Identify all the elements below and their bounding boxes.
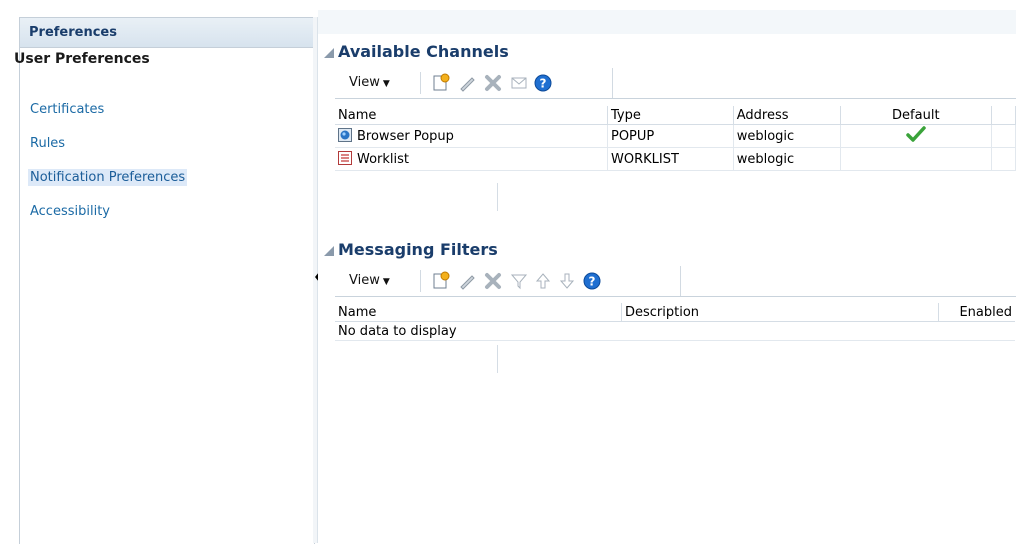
table-column-guide (497, 183, 498, 211)
channels-table: Name Type Address Default Browser Popup … (335, 106, 1016, 171)
table-column-guide (497, 345, 498, 373)
user-preferences-title: User Preferences (14, 51, 150, 67)
delete-icon[interactable] (483, 73, 503, 93)
create-icon[interactable] (431, 271, 451, 291)
column-header-type[interactable]: Type (607, 106, 734, 125)
filters-view-menu[interactable]: View ▼ (349, 273, 390, 288)
preferences-panel: Preferences (19, 17, 315, 544)
row-name-label: Worklist (357, 152, 410, 167)
chevron-down-icon: ▼ (382, 79, 390, 89)
column-header-name[interactable]: Name (335, 303, 622, 322)
cell-type: WORKLIST (607, 147, 734, 171)
filters-table: Name Description Enabled No data to disp… (335, 303, 1015, 341)
edit-icon[interactable] (457, 271, 477, 291)
checkmark-icon (906, 126, 926, 146)
move-down-icon[interactable] (557, 271, 577, 291)
view-label: View (349, 75, 380, 90)
help-icon[interactable]: ? (582, 271, 602, 291)
column-header-filler (991, 106, 1016, 125)
disclosure-triangle-icon[interactable] (324, 47, 334, 58)
content-top-band (318, 10, 1016, 34)
toolbar-separator (420, 72, 421, 94)
column-header-enabled[interactable]: Enabled (938, 303, 1015, 322)
cell-address: weblogic (733, 124, 841, 148)
table-row[interactable]: Worklist WORKLIST weblogic (335, 147, 1016, 171)
table-row: No data to display (335, 321, 1015, 341)
filter-icon[interactable] (509, 271, 529, 291)
available-channels-title[interactable]: Available Channels (324, 42, 509, 61)
chevron-down-icon: ▼ (382, 277, 390, 287)
table-row[interactable]: Browser Popup POPUP weblogic (335, 124, 1016, 148)
edit-icon[interactable] (457, 73, 477, 93)
nav-item-rules[interactable]: Rules (28, 135, 67, 152)
column-header-description[interactable]: Description (621, 303, 939, 322)
cell-type: POPUP (607, 124, 734, 148)
toolbar-end-separator (612, 68, 613, 98)
toolbar-end-separator (680, 266, 681, 296)
channels-toolbar: View ▼ ? (335, 68, 1016, 99)
nav-item-notification-preferences[interactable]: Notification Preferences (28, 169, 188, 186)
svg-text:?: ? (540, 77, 547, 91)
cell-filler (991, 124, 1016, 148)
empty-message: No data to display (335, 321, 1015, 341)
svg-text:?: ? (589, 275, 596, 289)
disclosure-triangle-icon[interactable] (324, 245, 334, 256)
column-header-address[interactable]: Address (733, 106, 841, 125)
cell-filler (991, 147, 1016, 171)
view-label: View (349, 273, 380, 288)
browser-popup-icon (338, 128, 352, 142)
messaging-filters-title[interactable]: Messaging Filters (324, 240, 498, 259)
create-icon[interactable] (431, 73, 451, 93)
table-header-row: Name Type Address Default (335, 106, 1016, 125)
toolbar-separator (420, 270, 421, 292)
messaging-filters-label: Messaging Filters (338, 240, 498, 259)
nav-item-certificates[interactable]: Certificates (28, 101, 106, 118)
top-strip (0, 0, 1016, 10)
help-icon[interactable]: ? (533, 73, 553, 93)
preferences-header: Preferences (20, 18, 314, 48)
email-icon[interactable] (509, 73, 529, 93)
channels-view-menu[interactable]: View ▼ (349, 75, 390, 90)
worklist-icon (338, 151, 352, 165)
cell-address: weblogic (733, 147, 841, 171)
filters-toolbar: View ▼ ? (335, 266, 1016, 297)
column-header-name[interactable]: Name (335, 106, 608, 125)
row-name-label: Browser Popup (357, 129, 454, 144)
move-up-icon[interactable] (533, 271, 553, 291)
cell-name[interactable]: Worklist (335, 147, 608, 171)
cell-name[interactable]: Browser Popup (335, 124, 608, 148)
cell-default (840, 147, 993, 171)
table-header-row: Name Description Enabled (335, 303, 1015, 322)
cell-default (840, 124, 993, 148)
delete-icon[interactable] (483, 271, 503, 291)
available-channels-label: Available Channels (338, 42, 509, 61)
column-header-default[interactable]: Default (840, 106, 993, 125)
nav-item-accessibility[interactable]: Accessibility (28, 203, 112, 220)
